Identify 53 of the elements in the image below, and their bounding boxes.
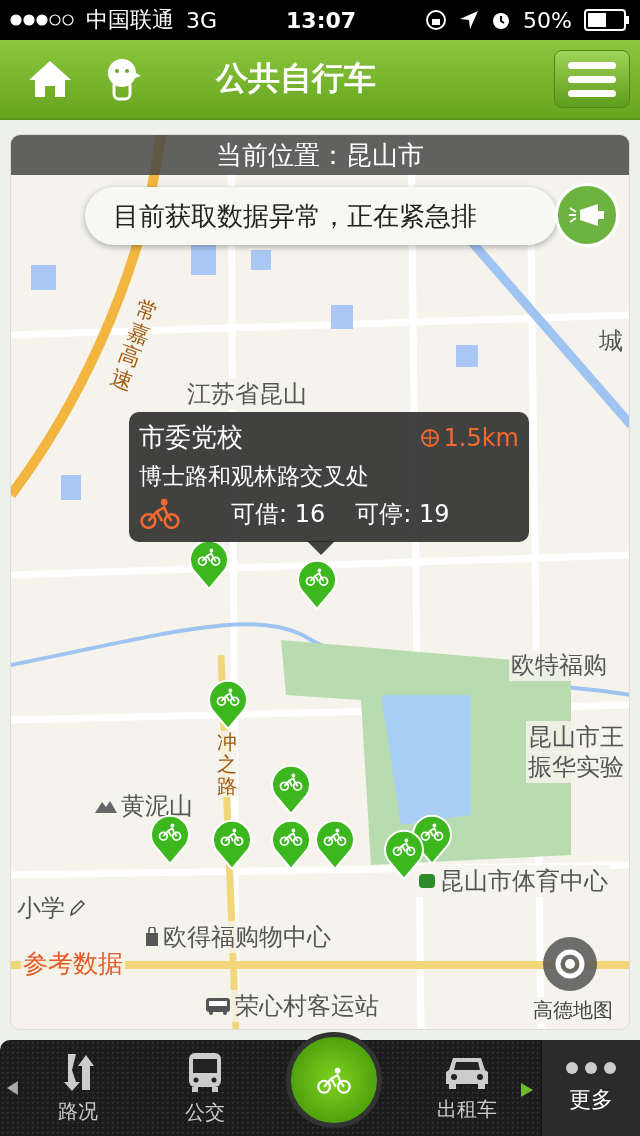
bikes-available: 可借: 16 <box>231 499 326 530</box>
station-address: 博士路和观林路交叉处 <box>139 462 370 491</box>
bicycle-icon <box>315 1066 352 1094</box>
bike-station-marker[interactable] <box>211 818 253 870</box>
road-name-label: 冲之路 <box>217 731 237 797</box>
bus-icon <box>205 996 231 1016</box>
map-place-label: 昆山市王 <box>526 721 626 753</box>
station-name: 市委党校 <box>139 421 243 454</box>
right-arrow-icon[interactable] <box>520 1082 534 1098</box>
more-tab[interactable]: 更多 <box>541 1040 640 1136</box>
map-place-label: 欧得福购物中心 <box>143 921 333 953</box>
mascot-icon[interactable] <box>106 57 142 101</box>
left-arrow-icon[interactable] <box>6 1080 20 1096</box>
nav-tab[interactable]: 出租车 <box>393 1040 542 1136</box>
nav-tab[interactable]: 公交 <box>136 1040 275 1136</box>
alarm-clock-icon <box>491 10 512 30</box>
bike-station-marker[interactable] <box>270 818 312 870</box>
signal-icon <box>10 14 74 26</box>
bicycle-icon <box>139 498 181 530</box>
page-title: 公共自行车 <box>216 58 377 99</box>
home-icon[interactable] <box>28 60 72 98</box>
carrier-name: 中国联通 <box>86 6 174 34</box>
crosshair-icon <box>419 427 440 448</box>
bike-station-marker[interactable] <box>383 828 425 880</box>
bus-icon <box>187 1050 224 1093</box>
bike-station-marker[interactable] <box>296 558 338 610</box>
network-type: 3G <box>186 7 218 33</box>
bicycle-tab[interactable] <box>285 1032 382 1128</box>
nav-tab[interactable]: 路况 <box>19 1040 137 1136</box>
more-dots-icon <box>565 1061 618 1075</box>
menu-button[interactable] <box>554 50 630 108</box>
map-point-icon <box>418 873 436 889</box>
location-bar: 当前位置：昆山市 <box>11 135 629 175</box>
locate-icon[interactable] <box>541 935 599 993</box>
status-time: 13:07 <box>286 7 357 33</box>
bike-station-marker[interactable] <box>270 763 312 815</box>
battery-percent: 50% <box>523 7 572 33</box>
notice-banner: 目前获取数据异常，正在紧急排 <box>85 187 557 245</box>
bike-station-marker[interactable] <box>207 678 249 730</box>
shopping-bag-icon <box>145 927 159 947</box>
battery-icon <box>584 9 630 31</box>
map-place-label: 欧特福购 <box>509 649 609 681</box>
docks-available: 可停: 19 <box>355 499 450 530</box>
mountain-icon <box>95 799 117 813</box>
megaphone-icon <box>568 202 606 228</box>
map-place-label: 振华实验 <box>526 751 626 783</box>
pencil-icon <box>69 899 85 917</box>
station-distance: 1.5km <box>419 423 519 452</box>
location-arrow-icon <box>459 10 480 30</box>
map-place-label: 昆山市体育中心 <box>416 865 610 897</box>
bike-station-marker[interactable] <box>314 818 356 870</box>
rotation-lock-icon <box>425 9 448 31</box>
map-place-label: 荣心村客运站 <box>203 990 381 1022</box>
